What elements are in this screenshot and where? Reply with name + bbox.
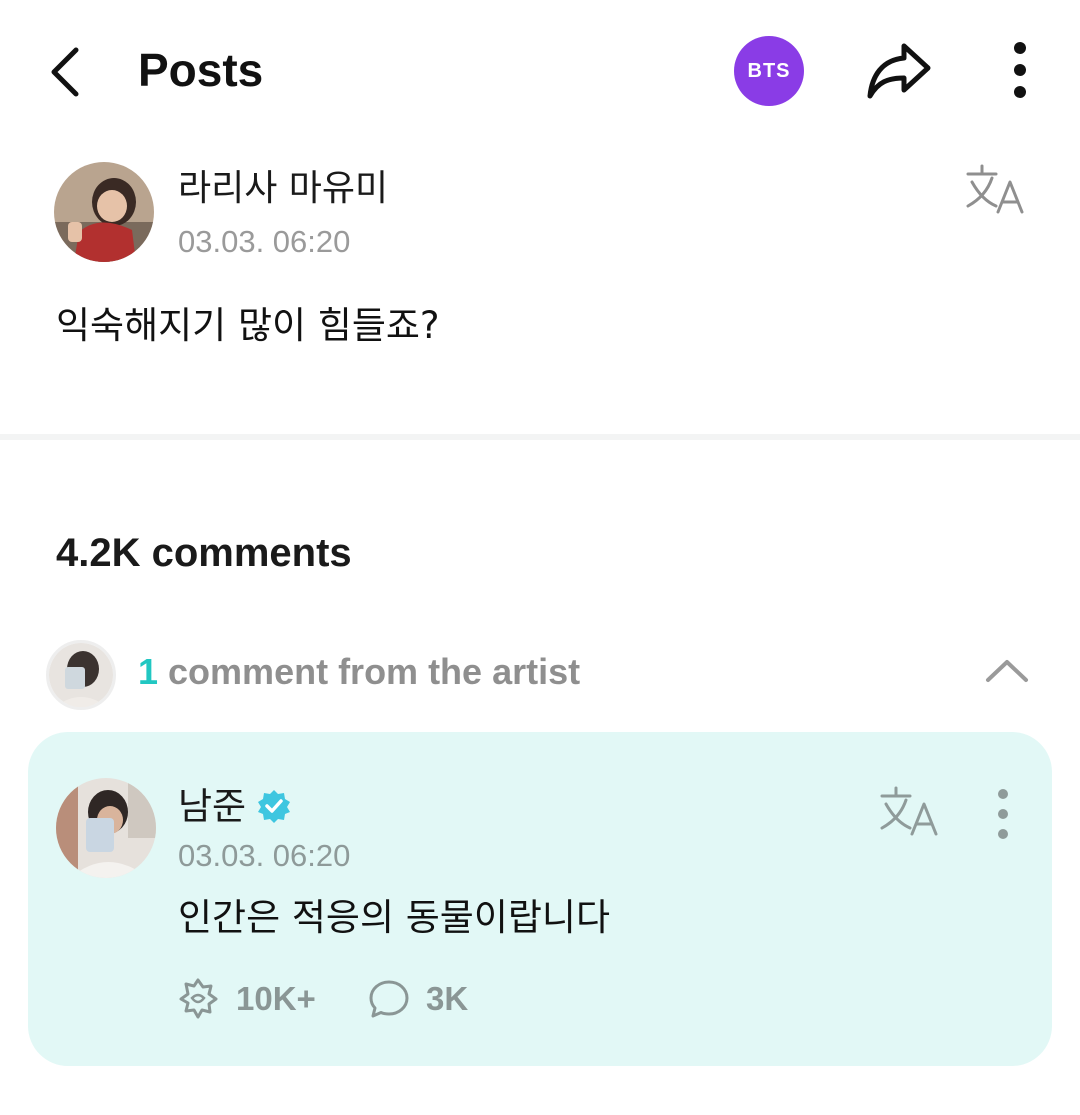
comment-more-button[interactable]	[986, 784, 1020, 844]
artist-comment-card: 남준 03.03. 06:20 인간은 적응의 동물이랍니다 10K+ 3K	[28, 732, 1052, 1066]
translate-icon	[880, 786, 938, 836]
verified-icon	[258, 790, 290, 823]
avatar	[54, 162, 154, 262]
translate-icon	[966, 164, 1024, 214]
like-icon	[179, 978, 218, 1019]
post-timestamp: 03.03. 06:20	[178, 224, 351, 259]
comment-icon	[369, 980, 409, 1018]
share-button[interactable]	[864, 38, 934, 102]
artist-comment-label: 1 comment from the artist	[138, 650, 580, 694]
chevron-left-icon	[51, 47, 79, 97]
like-button[interactable]: 10K+	[176, 974, 316, 1024]
community-badge[interactable]: BTS	[734, 36, 804, 106]
post-author-avatar[interactable]	[54, 162, 154, 262]
reply-button[interactable]: 3K	[366, 974, 468, 1024]
back-button[interactable]	[40, 40, 100, 100]
chevron-up-icon	[986, 660, 1028, 682]
artist-avatar[interactable]	[56, 778, 156, 878]
artist-mini-avatar	[46, 640, 116, 710]
top-app-bar: Posts BTS	[0, 0, 1080, 140]
reply-count: 3K	[426, 980, 469, 1017]
more-options-button[interactable]	[998, 38, 1042, 102]
page-title: Posts	[138, 44, 264, 96]
comment-count: 4.2K comments	[56, 531, 352, 575]
artist-comment-text: comment from the artist	[168, 651, 581, 692]
post-body: 익숙해지기 많이 힘들죠?	[56, 304, 440, 347]
artist-comment-body: 인간은 적응의 동물이랍니다	[178, 896, 611, 939]
post-detail-screen: Posts BTS 라리사 마유미 03.03. 06:20 익숙해지기 많이 …	[0, 0, 1080, 1115]
artist-comment-timestamp: 03.03. 06:20	[178, 838, 351, 873]
post-author-name[interactable]: 라리사 마유미	[178, 164, 388, 214]
post-translate-button[interactable]	[960, 160, 1030, 220]
more-vertical-icon	[998, 789, 1008, 839]
comment-translate-button[interactable]	[874, 782, 944, 842]
avatar	[56, 778, 156, 878]
artist-comment-count: 1	[138, 651, 159, 692]
avatar	[49, 643, 113, 707]
share-icon	[867, 43, 931, 99]
section-divider	[0, 434, 1080, 440]
artist-name[interactable]: 남준	[178, 782, 246, 832]
more-vertical-icon	[1014, 42, 1026, 98]
artist-comments-toggle[interactable]: 1 comment from the artist	[0, 636, 1080, 716]
comment-actions: 10K+ 3K	[176, 974, 776, 1024]
like-count: 10K+	[236, 980, 316, 1017]
